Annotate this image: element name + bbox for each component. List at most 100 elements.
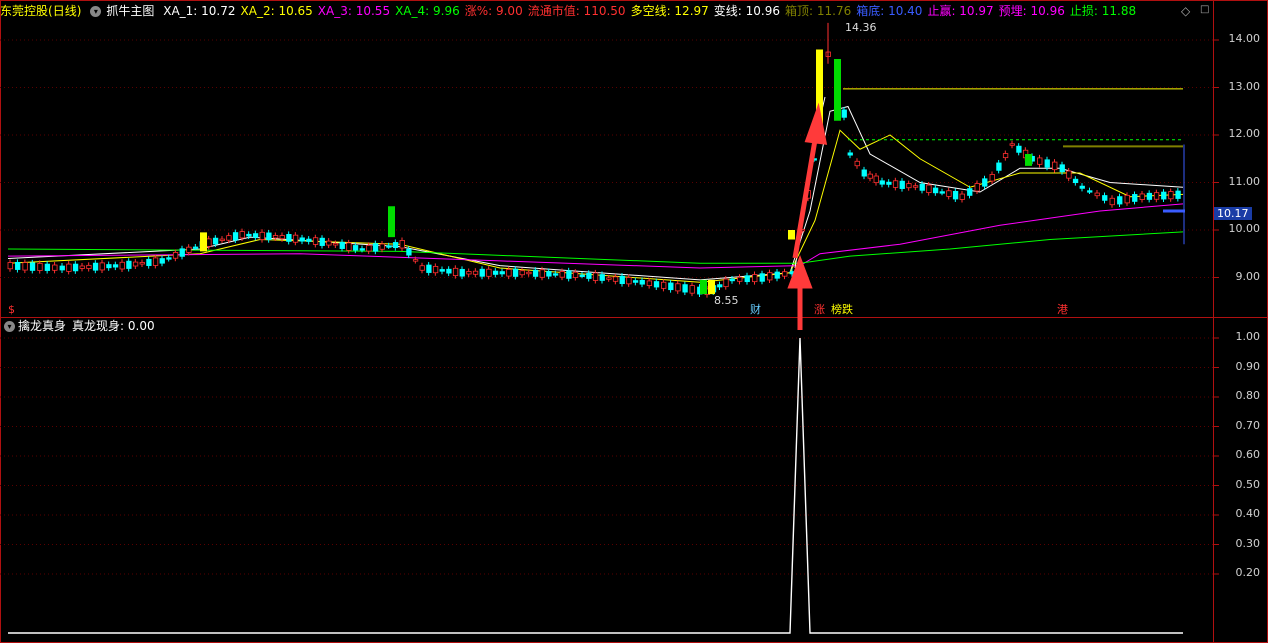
candle-body: [1087, 190, 1093, 193]
candle-body: [146, 258, 152, 266]
candle-body: [1102, 195, 1108, 201]
candle-body: [996, 162, 1002, 171]
candle-body: [279, 235, 285, 240]
candle-body: [959, 193, 965, 200]
candle-body: [99, 262, 105, 271]
candle-body: [406, 248, 412, 256]
candle-body: [286, 233, 292, 242]
candle-body: [29, 262, 36, 271]
sub-indicator-name[interactable]: 擒龙真身: [18, 319, 66, 333]
candle-body: [1072, 178, 1079, 184]
candle-body: [439, 269, 445, 272]
candle-body: [1052, 161, 1058, 171]
candle-body: [179, 248, 185, 257]
candle-body: [472, 270, 479, 275]
candle-body: [552, 273, 559, 276]
candle-body: [119, 261, 125, 270]
candle-body: [519, 270, 525, 276]
candle-body: [1153, 192, 1160, 200]
candle-body: [172, 252, 179, 259]
highlight-candle: [388, 206, 395, 238]
candle-body: [219, 238, 225, 241]
candle-body: [989, 174, 995, 182]
highlight-candle: [700, 279, 707, 295]
candle-body: [668, 282, 674, 291]
candle-body: [379, 243, 385, 250]
candle-body: [452, 267, 459, 277]
candle-body: [372, 243, 379, 252]
candle-body: [186, 246, 192, 253]
marker-zhang[interactable]: 涨: [812, 303, 827, 316]
main-grid: [0, 39, 1219, 278]
candle-body: [539, 269, 545, 278]
candle-body: [446, 268, 452, 274]
candle-body: [782, 271, 788, 277]
candle-body: [717, 284, 723, 288]
candle-body: [946, 190, 952, 197]
candle-body: [682, 284, 688, 293]
candle-body: [599, 274, 605, 281]
candle-body: [675, 283, 681, 292]
candle-body: [152, 257, 159, 266]
candle-body: [967, 188, 973, 196]
candle-body: [259, 231, 265, 240]
candle-body: [886, 181, 892, 185]
sub-tick-label: 1.00: [1235, 330, 1261, 343]
candle-body: [492, 270, 499, 275]
sub-indicator-value: 真龙现身: 0.00: [72, 319, 155, 333]
price-tick-label: 12.00: [1228, 127, 1261, 140]
candle-body: [932, 187, 939, 194]
candle-body: [1094, 192, 1100, 197]
candle-body: [879, 180, 885, 185]
candle-body: [912, 185, 919, 188]
candle-body: [1168, 191, 1174, 200]
candle-body: [592, 272, 599, 281]
candle-body: [919, 183, 925, 191]
marker-left[interactable]: $: [6, 303, 17, 316]
candle-body: [632, 280, 639, 283]
sub-tick-label: 0.60: [1235, 448, 1261, 461]
candle-body: [126, 260, 132, 269]
candle-body: [861, 169, 867, 177]
ma-line-magenta: [7, 203, 1184, 269]
candle-body: [572, 271, 579, 278]
candle-body: [1037, 157, 1043, 165]
candle-body: [939, 191, 945, 194]
candle-body: [459, 268, 465, 277]
candle-body: [1016, 145, 1022, 153]
candle-body: [272, 235, 279, 239]
candle-body: [212, 237, 219, 245]
candle-body: [899, 180, 905, 189]
candle-body: [499, 271, 505, 275]
sub-indicator-menu-icon[interactable]: ▾: [4, 321, 15, 332]
candle-body: [737, 276, 743, 282]
candle-body: [723, 278, 729, 288]
candle-body: [1044, 159, 1050, 168]
price-tick-label: 9.00: [1235, 269, 1261, 283]
candle-body: [419, 265, 425, 271]
marker-cai[interactable]: 财: [748, 303, 763, 316]
candle-body: [299, 237, 305, 242]
candle-body: [612, 276, 619, 282]
candle-body: [392, 242, 399, 249]
candle-body: [532, 269, 539, 277]
candle-body: [252, 233, 259, 238]
candle-body: [1009, 143, 1015, 146]
candle-body: [1117, 196, 1123, 205]
candle-body: [426, 264, 432, 273]
candle-body: [232, 232, 239, 241]
candle-body: [982, 178, 988, 187]
current-price-badge: 10.17: [1214, 207, 1252, 220]
sub-tick-label: 0.20: [1235, 566, 1261, 579]
candle-body: [106, 264, 112, 269]
marker-gang[interactable]: 港: [1055, 303, 1070, 316]
candle-body: [639, 279, 645, 285]
candle-body: [52, 264, 58, 271]
candle-body: [1079, 185, 1085, 189]
candle-body: [1146, 192, 1153, 200]
candle-body: [1161, 191, 1167, 200]
candle-body: [526, 271, 532, 275]
candle-body: [312, 237, 319, 245]
chart-annotations: [787, 22, 1185, 330]
marker-bangdie[interactable]: 榜跌: [829, 303, 855, 316]
